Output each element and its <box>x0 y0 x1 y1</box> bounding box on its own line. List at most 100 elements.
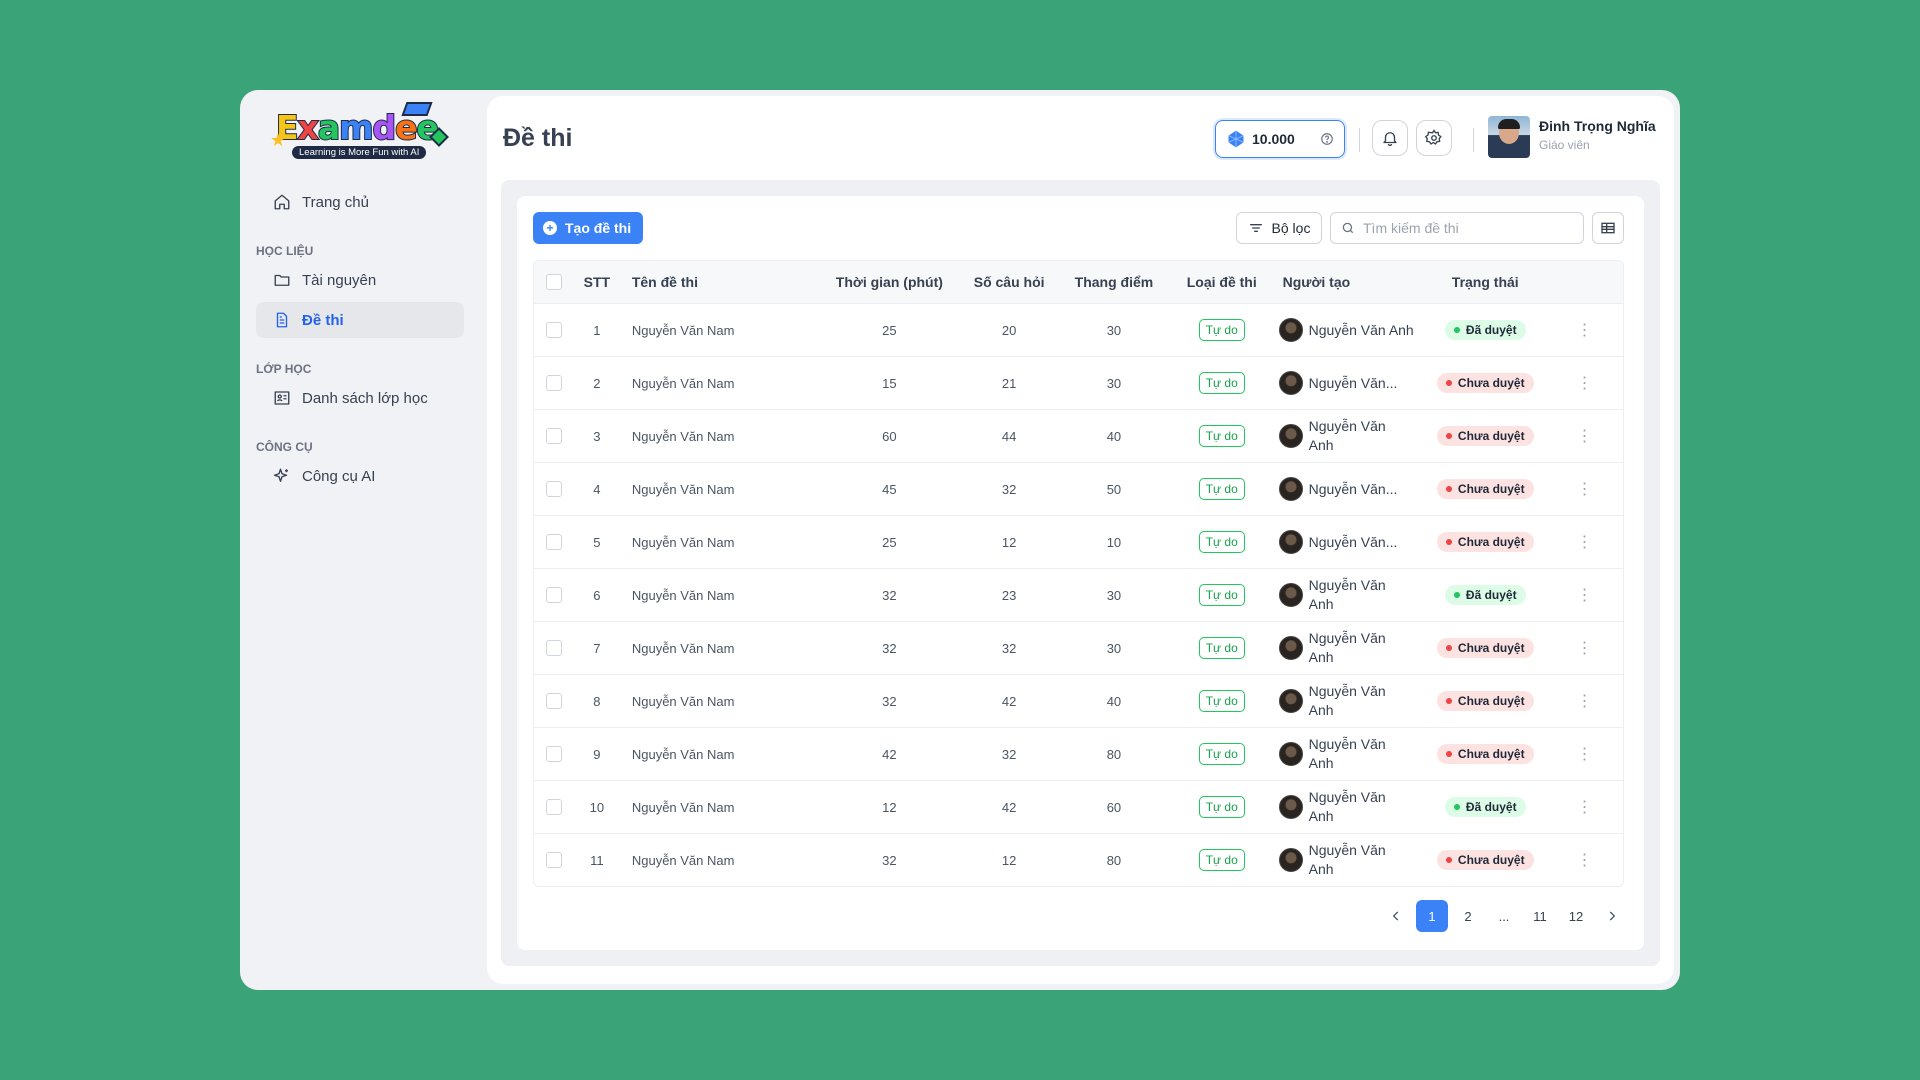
next-page-button[interactable] <box>1596 900 1628 932</box>
row-menu-button[interactable]: ⋮ <box>1546 638 1623 658</box>
column-header[interactable]: Người tạo <box>1275 274 1425 290</box>
filter-button[interactable]: Bộ lọc <box>1236 212 1322 244</box>
row-menu-button[interactable]: ⋮ <box>1546 373 1623 393</box>
row-checkbox[interactable] <box>545 852 562 868</box>
table-row[interactable]: 1 Nguyễn Văn Nam 25 20 30 Tự do Nguyễn Văn Anh… <box>534 303 1623 356</box>
column-header[interactable]: Số câu hỏi <box>959 274 1059 290</box>
creator-name: Nguyễn Văn Anh <box>1308 789 1386 824</box>
chevron-left-icon <box>1392 911 1399 921</box>
exam-name[interactable]: Nguyễn Văn Nam <box>620 376 820 391</box>
gem-icon <box>1228 130 1244 148</box>
table-row[interactable]: 11 Nguyễn Văn Nam 32 12 80 Tự do Nguyễn Văn An… <box>534 833 1623 886</box>
exam-name[interactable]: Nguyễn Văn Nam <box>620 323 820 338</box>
exam-name[interactable]: Nguyễn Văn Nam <box>620 747 820 762</box>
exam-name[interactable]: Nguyễn Văn Nam <box>620 853 820 868</box>
table-row[interactable]: 7 Nguyễn Văn Nam 32 32 30 Tự do Nguyễn Văn Anh… <box>534 621 1623 674</box>
row-index: 5 <box>593 534 601 550</box>
document-icon <box>272 310 292 330</box>
table-row[interactable]: 2 Nguyễn Văn Nam 15 21 30 Tự do Nguyễn Văn... C… <box>534 356 1623 409</box>
sidebar-item-exams[interactable]: Đề thi <box>256 302 464 338</box>
select-all-checkbox[interactable] <box>545 274 562 290</box>
table-row[interactable]: 6 Nguyễn Văn Nam 32 23 30 Tự do Nguyễn Văn Anh… <box>534 568 1623 621</box>
row-checkbox[interactable] <box>545 746 562 762</box>
settings-button[interactable] <box>1416 120 1452 156</box>
row-menu-button[interactable]: ⋮ <box>1546 320 1623 340</box>
row-checkbox[interactable] <box>545 799 562 815</box>
search-input[interactable] <box>1363 220 1573 236</box>
exam-name[interactable]: Nguyễn Văn Nam <box>620 535 820 550</box>
brand-logo[interactable]: Examdee ★ Learning is More Fun with AI <box>270 102 449 159</box>
exam-name[interactable]: Nguyễn Văn Nam <box>620 694 820 709</box>
chevron-right-icon <box>1609 911 1616 921</box>
row-menu-button[interactable]: ⋮ <box>1546 479 1623 499</box>
search-box[interactable] <box>1330 212 1584 244</box>
row-checkbox[interactable] <box>545 481 562 497</box>
status-badge: Đã duyệt <box>1444 797 1526 817</box>
create-exam-button[interactable]: + Tạo đề thi <box>533 212 644 244</box>
row-checkbox[interactable] <box>545 640 562 656</box>
row-menu-button[interactable]: ⋮ <box>1546 426 1623 446</box>
row-menu-button[interactable]: ⋮ <box>1546 797 1623 817</box>
row-menu-button[interactable]: ⋮ <box>1546 850 1623 870</box>
row-checkbox[interactable] <box>545 534 562 550</box>
coin-balance[interactable]: 10.000 <box>1215 120 1345 158</box>
column-header[interactable]: STT <box>574 274 620 290</box>
column-header[interactable]: Thang điểm <box>1059 274 1169 290</box>
status-dot <box>1445 433 1452 439</box>
page-button[interactable]: 11 <box>1524 900 1556 932</box>
gear-icon <box>1425 129 1442 145</box>
sidebar-item-home[interactable]: Trang chủ <box>256 184 464 220</box>
row-index: 11 <box>590 852 604 868</box>
row-checkbox[interactable] <box>545 322 562 338</box>
exam-name[interactable]: Nguyễn Văn Nam <box>620 482 820 497</box>
status-label: Chưa duyệt <box>1457 641 1525 655</box>
exam-name[interactable]: Nguyễn Văn Nam <box>620 800 820 815</box>
row-checkbox[interactable] <box>545 375 562 391</box>
sidebar-item-classes[interactable]: Danh sách lớp học <box>256 380 464 416</box>
row-menu-button[interactable]: ⋮ <box>1546 744 1623 764</box>
status-label: Chưa duyệt <box>1457 747 1525 761</box>
row-menu-button[interactable]: ⋮ <box>1546 691 1623 711</box>
notification-button[interactable] <box>1372 120 1408 156</box>
row-checkbox[interactable] <box>545 693 562 709</box>
help-icon[interactable] <box>1320 132 1334 146</box>
more-vertical-icon: ⋮ <box>1576 852 1593 869</box>
exam-duration: 42 <box>882 746 897 762</box>
table-row[interactable]: 9 Nguyễn Văn Nam 42 32 80 Tự do Nguyễn Văn Anh… <box>534 727 1623 780</box>
page-button[interactable]: 12 <box>1560 900 1592 932</box>
exam-name[interactable]: Nguyễn Văn Nam <box>620 429 820 444</box>
question-count: 42 <box>1001 693 1017 709</box>
sidebar-section-title: HỌC LIỆU <box>256 244 314 258</box>
column-header[interactable]: Thời gian (phút) <box>820 274 960 290</box>
user-avatar[interactable] <box>1488 116 1530 158</box>
exam-name[interactable]: Nguyễn Văn Nam <box>620 641 820 656</box>
sidebar-item-ai-tools[interactable]: Công cụ AI <box>256 458 464 494</box>
question-count: 42 <box>1001 799 1017 815</box>
view-toggle-button[interactable] <box>1592 212 1624 244</box>
table-row[interactable]: 10 Nguyễn Văn Nam 12 42 60 Tự do Nguyễn Văn An… <box>534 780 1623 833</box>
prev-page-button[interactable] <box>1380 900 1412 932</box>
user-name[interactable]: Đinh Trọng Nghĩa <box>1539 118 1656 134</box>
creator-name: Nguyễn Văn Anh <box>1308 577 1386 612</box>
row-checkbox[interactable] <box>545 587 562 603</box>
exam-type-tag: Tự do <box>1198 478 1245 500</box>
row-menu-button[interactable]: ⋮ <box>1546 532 1623 552</box>
exam-name[interactable]: Nguyễn Văn Nam <box>620 588 820 603</box>
exam-duration: 32 <box>882 693 897 709</box>
column-header[interactable]: Tên đề thi <box>620 274 820 290</box>
table-row[interactable]: 5 Nguyễn Văn Nam 25 12 10 Tự do Nguyễn Văn... C… <box>534 515 1623 568</box>
table-row[interactable]: 3 Nguyễn Văn Nam 60 44 40 Tự do Nguyễn Văn Anh… <box>534 409 1623 462</box>
row-menu-button[interactable]: ⋮ <box>1546 585 1623 605</box>
column-header[interactable]: Loại đề thi <box>1169 274 1275 290</box>
sparkle-icon <box>272 466 292 486</box>
page-button[interactable]: 2 <box>1452 900 1484 932</box>
creator-name: Nguyễn Văn Anh <box>1308 842 1386 877</box>
table-row[interactable]: 4 Nguyễn Văn Nam 45 32 50 Tự do Nguyễn Văn... C… <box>534 462 1623 515</box>
row-checkbox[interactable] <box>545 428 562 444</box>
table-row[interactable]: 8 Nguyễn Văn Nam 32 42 40 Tự do Nguyễn Văn Anh… <box>534 674 1623 727</box>
page-button[interactable]: 1 <box>1416 900 1448 932</box>
question-count: 12 <box>1001 534 1017 550</box>
column-header[interactable]: Trạng thái <box>1424 274 1546 290</box>
brand-letter: e <box>394 107 418 148</box>
sidebar-item-resources[interactable]: Tài nguyên <box>256 262 464 298</box>
